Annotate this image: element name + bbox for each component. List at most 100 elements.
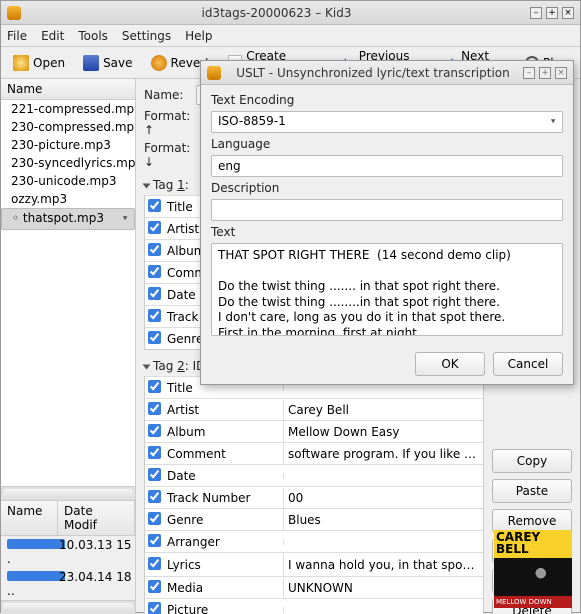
- tag-row[interactable]: AlbumMellow Down Easy: [145, 420, 483, 442]
- tag-row[interactable]: Commentsoftware program. If you like thi…: [145, 442, 483, 464]
- tag-name: Album: [163, 422, 283, 442]
- file-item[interactable]: 230-compressed.mp3: [1, 118, 135, 136]
- menu-settings[interactable]: Settings: [122, 29, 171, 43]
- file-item[interactable]: ◦ thatspot.mp3: [1, 208, 135, 230]
- close-button[interactable]: ×: [562, 7, 574, 19]
- tag-checkbox[interactable]: [148, 468, 161, 481]
- tag-checkbox[interactable]: [148, 602, 161, 614]
- text-textarea[interactable]: THAT SPOT RIGHT THERE (14 second demo cl…: [211, 243, 563, 336]
- tag-name: Lyrics: [163, 555, 283, 575]
- tag-row[interactable]: Track Number00: [145, 486, 483, 508]
- tag-value[interactable]: [283, 473, 483, 479]
- menu-file[interactable]: File: [7, 29, 27, 43]
- tag-name: Picture: [163, 600, 283, 614]
- dialog-maximize-button[interactable]: +: [539, 67, 551, 79]
- description-input[interactable]: [211, 199, 563, 221]
- tag-row[interactable]: ArtistCarey Bell: [145, 398, 483, 420]
- tag-value[interactable]: Mellow Down Easy: [283, 422, 483, 442]
- minimize-button[interactable]: –: [530, 7, 542, 19]
- dir-pane: Name Date Modif .10.03.13 15..23.04.14 1…: [1, 500, 135, 614]
- expand-icon: [143, 364, 151, 369]
- tag-checkbox[interactable]: [148, 557, 161, 570]
- tag-name: Genre: [163, 510, 283, 530]
- dialog-minimize-button[interactable]: –: [523, 67, 535, 79]
- tag-name: Media: [163, 578, 283, 598]
- tag-checkbox[interactable]: [148, 512, 161, 525]
- tag-value[interactable]: [283, 539, 483, 545]
- cancel-button[interactable]: Cancel: [493, 352, 563, 376]
- name-label: Name:: [144, 88, 192, 102]
- tag-checkbox[interactable]: [148, 243, 161, 256]
- main-titlebar: id3tags-20000623 – Kid3 – + ×: [1, 1, 580, 25]
- language-label: Language: [211, 137, 563, 151]
- tag-value[interactable]: [283, 607, 483, 613]
- paste-button[interactable]: Paste: [492, 479, 572, 503]
- tag-row[interactable]: Date: [145, 464, 483, 486]
- tag-name: Comment: [163, 444, 283, 464]
- format1-label: Format: ↑: [144, 109, 204, 137]
- tag-value[interactable]: I wanna hold you, in that spot right th……: [283, 553, 483, 576]
- file-item[interactable]: ozzy.mp3: [1, 190, 135, 208]
- file-item[interactable]: 230-picture.mp3: [1, 136, 135, 154]
- tag-checkbox[interactable]: [148, 265, 161, 278]
- tag-row[interactable]: LyricsI wanna hold you, in that spot rig…: [145, 552, 483, 576]
- dir-header-date[interactable]: Date Modif: [58, 501, 135, 535]
- tag-checkbox[interactable]: [148, 287, 161, 300]
- dir-scrollbar[interactable]: [1, 600, 135, 614]
- tag-value[interactable]: Carey Bell: [283, 400, 483, 420]
- tag-checkbox[interactable]: [148, 331, 161, 344]
- encoding-label: Text Encoding: [211, 93, 563, 107]
- menu-edit[interactable]: Edit: [41, 29, 64, 43]
- menu-tools[interactable]: Tools: [78, 29, 108, 43]
- language-input[interactable]: [211, 155, 563, 177]
- tag-checkbox[interactable]: [148, 199, 161, 212]
- tag-value[interactable]: 00: [283, 488, 483, 508]
- dialog-close-button[interactable]: ×: [555, 67, 567, 79]
- tag-checkbox[interactable]: [148, 446, 161, 459]
- tag-checkbox[interactable]: [148, 309, 161, 322]
- file-pane: Name 221-compressed.mp3230-compressed.mp…: [1, 79, 136, 614]
- tag-value[interactable]: software program. If you like this trac……: [283, 444, 483, 464]
- tag-checkbox[interactable]: [148, 380, 161, 393]
- tag-checkbox[interactable]: [148, 221, 161, 234]
- encoding-select[interactable]: ISO-8859-1: [211, 111, 563, 133]
- album-artwork[interactable]: CAREYBELL MELLOW DOWN: [494, 530, 572, 608]
- ok-button[interactable]: OK: [415, 352, 485, 376]
- dir-row[interactable]: .10.03.13 15: [1, 536, 135, 568]
- expand-icon: [143, 183, 151, 188]
- menu-help[interactable]: Help: [185, 29, 212, 43]
- tag-name: Date: [163, 466, 283, 486]
- tag-checkbox[interactable]: [148, 402, 161, 415]
- uslt-dialog: USLT - Unsynchronized lyric/text transcr…: [200, 60, 574, 385]
- file-item[interactable]: 230-unicode.mp3: [1, 172, 135, 190]
- dialog-title: USLT - Unsynchronized lyric/text transcr…: [227, 66, 519, 80]
- tag2-list: TitleArtistCarey BellAlbumMellow Down Ea…: [144, 376, 484, 614]
- file-header[interactable]: Name: [1, 79, 135, 100]
- maximize-button[interactable]: +: [546, 7, 558, 19]
- save-button[interactable]: Save: [77, 52, 138, 74]
- folder-icon: [7, 539, 65, 549]
- file-item[interactable]: 221-compressed.mp3: [1, 100, 135, 118]
- file-scrollbar[interactable]: [1, 486, 135, 500]
- tag-value[interactable]: UNKNOWN: [283, 578, 483, 598]
- dir-row[interactable]: ..23.04.14 18: [1, 568, 135, 600]
- tag-row[interactable]: GenreBlues: [145, 508, 483, 530]
- tag-row[interactable]: Arranger: [145, 530, 483, 552]
- tag-value[interactable]: Blues: [283, 510, 483, 530]
- tag-checkbox[interactable]: [148, 580, 161, 593]
- window-title: id3tags-20000623 – Kid3: [27, 6, 526, 20]
- dialog-app-icon: [207, 66, 221, 80]
- revert-icon: [151, 55, 167, 71]
- file-item[interactable]: 230-syncedlyrics.mp3: [1, 154, 135, 172]
- tag-row[interactable]: MediaUNKNOWN: [145, 576, 483, 598]
- tag-row[interactable]: Picture: [145, 598, 483, 614]
- format2-label: Format: ↓: [144, 141, 204, 169]
- dir-header-name[interactable]: Name: [1, 501, 58, 535]
- file-list[interactable]: 221-compressed.mp3230-compressed.mp3230-…: [1, 100, 135, 486]
- open-button[interactable]: Open: [7, 52, 71, 74]
- tag-value[interactable]: [283, 385, 483, 391]
- tag-checkbox[interactable]: [148, 534, 161, 547]
- tag-checkbox[interactable]: [148, 424, 161, 437]
- copy-button[interactable]: Copy: [492, 449, 572, 473]
- tag-checkbox[interactable]: [148, 490, 161, 503]
